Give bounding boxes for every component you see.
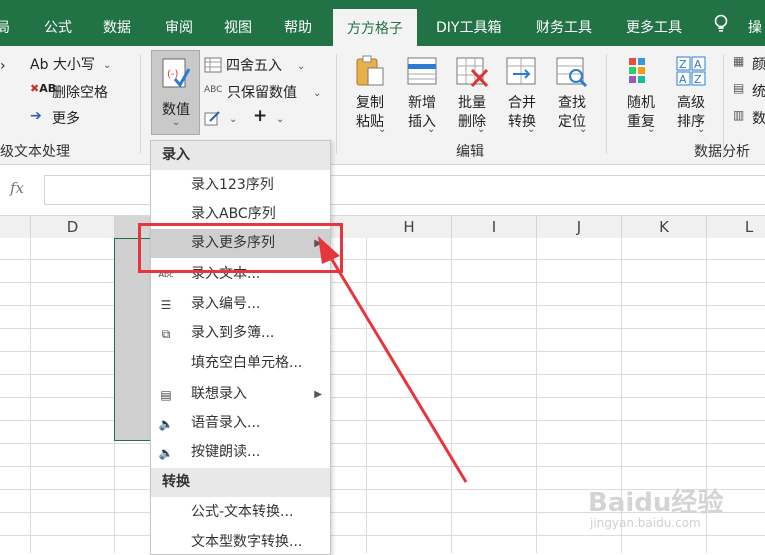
baidu-watermark: Baidu经验 bbox=[588, 488, 724, 518]
annotation-arrow bbox=[318, 236, 468, 483]
baidu-watermark-url: jingyan.baidu.com bbox=[590, 516, 701, 530]
